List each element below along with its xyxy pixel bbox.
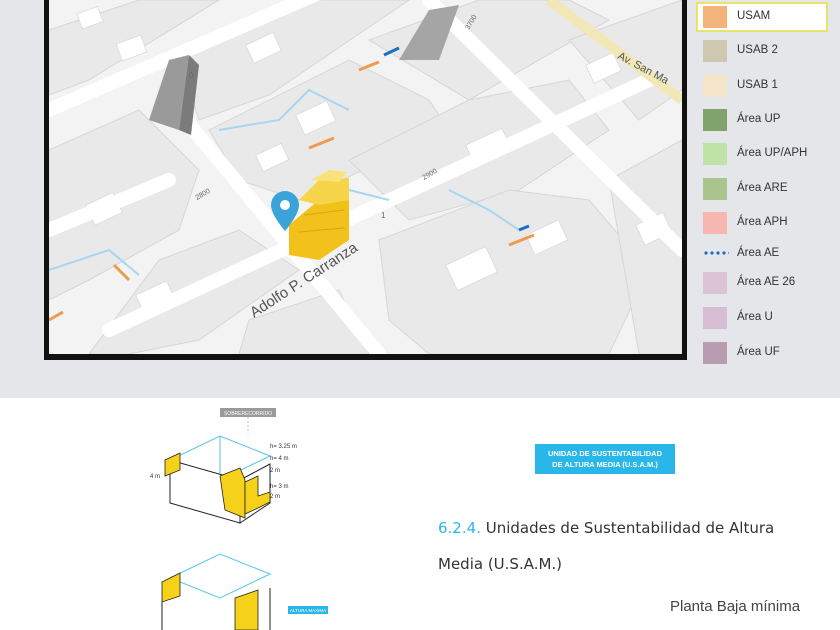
legend-swatch bbox=[703, 272, 727, 294]
dim-h3: h= 3 m bbox=[270, 484, 289, 490]
legend-label: Área ARE bbox=[737, 182, 788, 194]
street-number-0: 0 bbox=[189, 71, 194, 80]
legend-label: Área UP bbox=[737, 113, 781, 125]
legend-label: Área APH bbox=[737, 216, 788, 228]
legend-item-area-aph[interactable]: Área APH bbox=[697, 208, 840, 238]
legend-label: USAB 2 bbox=[737, 44, 778, 56]
section-tag-line-2: DE ALTURA MEDIA (U.S.A.M.) bbox=[552, 460, 658, 469]
legend-swatch bbox=[703, 212, 727, 234]
legend-swatch bbox=[703, 342, 727, 364]
map-canvas: Adolfo P. Carranza Av. San Ma 3700 2800 … bbox=[49, 0, 682, 354]
legend-item-usam[interactable]: USAM bbox=[696, 2, 828, 32]
map-view[interactable]: Adolfo P. Carranza Av. San Ma 3700 2800 … bbox=[49, 0, 682, 354]
section-tag: UNIDAD DE SUSTENTABILIDAD DE ALTURA MEDI… bbox=[535, 444, 675, 474]
dim-d2: 2 m bbox=[270, 494, 280, 500]
altura-maxima-label: ALTURA MAXIMA bbox=[290, 608, 326, 613]
dim-side: 4 m bbox=[150, 474, 160, 480]
map-panel: Adolfo P. Carranza Av. San Ma 3700 2800 … bbox=[0, 0, 840, 398]
legend-label: Área AE 26 bbox=[737, 276, 796, 288]
diagram-top-label: SOBRERECORRIDO bbox=[224, 411, 272, 417]
section-subtitle: Planta Baja mínima bbox=[670, 598, 801, 615]
legend-item-area-u[interactable]: Área U bbox=[697, 303, 840, 333]
section-title-line-1: Unidades de Sustentabilidad de Altura bbox=[485, 519, 775, 537]
legend-swatch bbox=[703, 109, 727, 131]
map-frame: Adolfo P. Carranza Av. San Ma 3700 2800 … bbox=[44, 0, 687, 360]
legend-label: Área UF bbox=[737, 346, 780, 358]
legend-item-usab2[interactable]: USAB 2 bbox=[697, 36, 840, 66]
legend-swatch bbox=[703, 6, 727, 28]
street-number-1: 1 bbox=[381, 211, 386, 220]
legend-item-area-are[interactable]: Área ARE bbox=[697, 174, 840, 204]
dotted-line-icon bbox=[703, 251, 729, 255]
section-title-line-2: Media (U.S.A.M.) bbox=[438, 555, 563, 573]
legend-item-area-ae[interactable]: Área AE bbox=[697, 239, 840, 269]
dim-d1: 2 m bbox=[270, 468, 280, 474]
legend-label: USAM bbox=[737, 10, 771, 22]
legend-label: Área U bbox=[737, 311, 773, 323]
legend-swatch bbox=[703, 178, 727, 200]
legend-label: Área UP/APH bbox=[737, 147, 808, 159]
legend-swatch bbox=[703, 75, 727, 97]
isometric-diagram: SOBRERECORRIDO h= 3.25 m h= 4 m 2 m h= 3… bbox=[150, 408, 328, 630]
section-number: 6.2.4. bbox=[438, 519, 481, 537]
legend-label: USAB 1 bbox=[737, 79, 778, 91]
dim-h1: h= 3.25 m bbox=[270, 444, 297, 450]
legend-item-area-ae-26[interactable]: Área AE 26 bbox=[697, 268, 840, 298]
dim-h2: h= 4 m bbox=[270, 456, 289, 462]
legend-swatch bbox=[703, 307, 727, 329]
legend-item-usab1[interactable]: USAB 1 bbox=[697, 71, 840, 101]
legend-item-area-up-aph[interactable]: Área UP/APH bbox=[697, 139, 840, 169]
legend-item-area-up[interactable]: Área UP bbox=[697, 105, 840, 135]
section-heading: 6.2.4. Unidades de Sustentabilidad de Al… bbox=[438, 510, 838, 582]
document-section: SOBRERECORRIDO h= 3.25 m h= 4 m 2 m h= 3… bbox=[0, 398, 840, 630]
legend-label: Área AE bbox=[737, 247, 780, 259]
section-tag-line-1: UNIDAD DE SUSTENTABILIDAD bbox=[547, 449, 663, 458]
legend-item-area-uf[interactable]: Área UF bbox=[697, 338, 840, 368]
map-legend: USAM USAB 2 USAB 1 Área UP Área UP/APH Á… bbox=[696, 0, 840, 398]
legend-swatch bbox=[703, 143, 727, 165]
legend-swatch bbox=[703, 40, 727, 62]
